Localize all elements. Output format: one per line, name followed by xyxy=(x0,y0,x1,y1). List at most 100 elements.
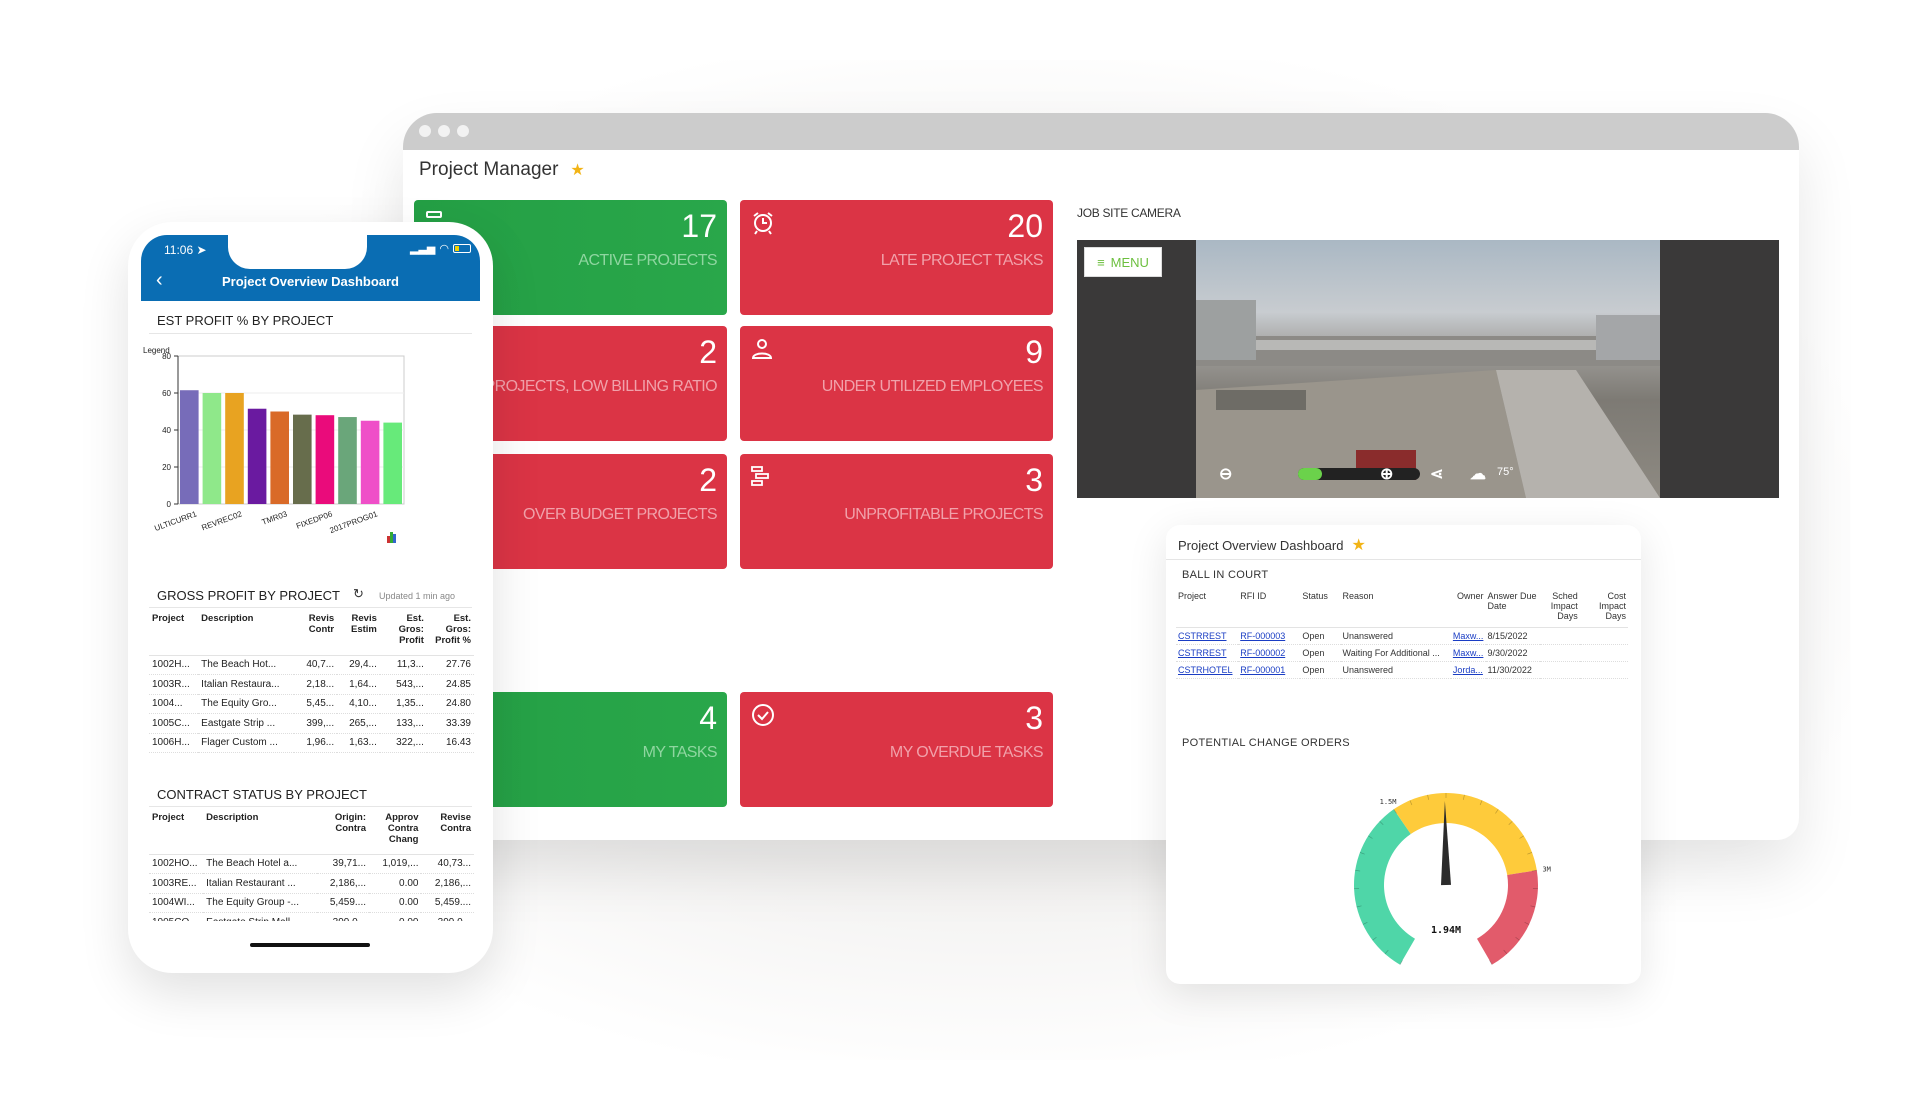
table-cell: 5,45... xyxy=(294,694,338,714)
table-cell: Italian Restaura... xyxy=(198,674,295,695)
table-cell: The Equity Gro... xyxy=(198,694,295,714)
table-row[interactable]: 1003R... Italian Restaura... 2,18... 1,64..… xyxy=(149,674,474,695)
table-link[interactable]: CSTRREST xyxy=(1178,631,1227,641)
table-row[interactable]: CSTRHOTEL RF-000001 Open Unanswered Jorda...… xyxy=(1176,661,1628,679)
gauge-tick-label: 3M xyxy=(1542,866,1550,874)
chart-type-icon xyxy=(387,536,390,543)
table-cell: 1,019,... xyxy=(369,854,422,874)
table-row[interactable]: 1005CO...Eastgate Strip Mall399.0...0.00… xyxy=(149,912,474,921)
column-header[interactable]: Owner xyxy=(1451,591,1486,627)
column-header[interactable]: Description xyxy=(198,611,294,655)
refresh-icon[interactable]: ↻ xyxy=(353,586,364,602)
table-link[interactable]: Jorda... xyxy=(1453,665,1483,675)
table-cell: 1004... xyxy=(149,694,199,714)
column-header[interactable]: Sched Impact Days xyxy=(1540,591,1580,627)
bar xyxy=(383,422,402,504)
table-link[interactable]: Maxw... xyxy=(1453,631,1484,641)
table-cell xyxy=(1579,661,1628,679)
table-cell: 2,186,... xyxy=(316,873,369,894)
alarm-clock-icon xyxy=(753,212,773,235)
table-cell: Open xyxy=(1300,644,1341,662)
share-icon[interactable]: ⋖ xyxy=(1430,464,1443,484)
tile-late-project-tasks[interactable]: 20 LATE PROJECT TASKS xyxy=(740,200,1053,315)
column-header[interactable]: Origin: Contra xyxy=(317,810,369,854)
table-link[interactable]: RF-000002 xyxy=(1240,648,1285,658)
gauge-band xyxy=(1354,809,1415,965)
tile-label: MY OVERDUE TASKS xyxy=(889,744,1044,761)
table-cell: 1002HO... xyxy=(149,854,204,874)
column-header[interactable]: Revis Estim xyxy=(337,611,380,655)
column-header[interactable]: Project xyxy=(149,810,203,854)
gauge-band xyxy=(1393,793,1537,876)
tile-under-utilized-employees[interactable]: 9 UNDER UTILIZED EMPLOYEES xyxy=(740,326,1053,441)
table-cell: 1004WI... xyxy=(149,893,204,913)
table-cell: 11,3... xyxy=(379,655,427,675)
zoom-slider[interactable] xyxy=(1298,468,1420,480)
window-dot[interactable] xyxy=(457,125,469,137)
table-cell: 399,... xyxy=(294,713,338,734)
menu-label: MENU xyxy=(1110,254,1149,270)
x-tick-label: REVREC02 xyxy=(200,509,243,532)
divider xyxy=(149,806,472,807)
window-dot[interactable] xyxy=(438,125,450,137)
x-tick-label: ULTICURR1 xyxy=(153,509,198,533)
bar xyxy=(202,393,222,504)
column-header[interactable]: Project xyxy=(149,611,198,655)
table-cell: 40,73... xyxy=(421,854,474,874)
table-link[interactable]: Maxw... xyxy=(1453,648,1484,658)
star-icon[interactable]: ★ xyxy=(1351,535,1365,555)
table-row[interactable]: CSTRREST RF-000002 Open Waiting For Additio… xyxy=(1176,644,1628,662)
column-header[interactable]: Revise Contra xyxy=(421,810,474,854)
divider xyxy=(149,607,472,608)
table-cell: RF-000003 xyxy=(1238,627,1301,645)
star-icon[interactable]: ★ xyxy=(570,160,584,180)
column-header[interactable]: Status xyxy=(1300,591,1340,627)
column-header[interactable]: Est. Gros: Profit xyxy=(380,611,427,655)
signal-icon: ▂▃▅ xyxy=(410,243,436,255)
table-link[interactable]: RF-000001 xyxy=(1240,665,1285,675)
table-row[interactable]: 1002HO... The Beach Hotel a... 39,71... 1,0… xyxy=(149,854,474,874)
card-title: Project Overview Dashboard ★ xyxy=(1178,535,1366,555)
column-header[interactable]: Answer Due Date xyxy=(1486,591,1540,627)
table-row[interactable]: 1005C... Eastgate Strip ... 399,... 265,...… xyxy=(149,713,474,734)
contract-status-table: Project Description Origin: Contra Appro… xyxy=(149,810,474,921)
table-cell: Eastgate Strip ... xyxy=(198,713,295,734)
table-cell: CSTRREST xyxy=(1176,627,1239,645)
table-cell: The Beach Hot... xyxy=(198,655,295,675)
zoom-out-icon[interactable]: ⊖ xyxy=(1219,464,1232,484)
tile-count: 2 xyxy=(699,334,717,370)
y-tick-label: 0 xyxy=(167,500,172,509)
zoom-in-icon[interactable]: ⊕ xyxy=(1380,464,1393,484)
table-row[interactable]: 1006H... Flager Custom ... 1,96... 1,63... 3… xyxy=(149,733,474,753)
table-link[interactable]: CSTRHOTEL xyxy=(1178,665,1233,675)
tile-unprofitable-projects[interactable]: 3 UNPROFITABLE PROJECTS xyxy=(740,454,1053,569)
camera-menu-button[interactable]: ≡ MENU xyxy=(1084,247,1162,277)
column-header[interactable]: Revis Contr xyxy=(294,611,337,655)
column-header[interactable]: Est. Gros: Profit % xyxy=(427,611,474,655)
table-link[interactable]: CSTRREST xyxy=(1178,648,1227,658)
column-header[interactable]: Reason xyxy=(1341,591,1451,627)
table-row[interactable]: 1004... The Equity Gro... 5,45... 4,10... 1,… xyxy=(149,694,474,714)
column-header[interactable]: Cost Impact Days xyxy=(1580,591,1628,627)
table-cell: Waiting For Additional ... xyxy=(1340,644,1451,662)
column-header[interactable]: Approv Contra Chang xyxy=(369,810,421,854)
column-header[interactable]: Description xyxy=(203,810,316,854)
column-header[interactable]: Project xyxy=(1176,591,1238,627)
table-row[interactable]: 1003RE... Italian Restaurant ... 2,186,...… xyxy=(149,873,474,894)
table-row[interactable]: CSTRREST RF-000003 Open Unanswered Maxw... 8/… xyxy=(1176,627,1628,645)
table-link[interactable]: RF-000003 xyxy=(1240,631,1285,641)
table-cell xyxy=(1539,661,1580,679)
phone-device: 11:06 ➤ ▂▃▅ ◠ ‹ Project Overview Dashboa… xyxy=(128,222,493,973)
table-cell: Open xyxy=(1300,661,1341,679)
window-dot[interactable] xyxy=(419,125,431,137)
tile-count: 2 xyxy=(699,462,717,498)
table-cell: 1,35... xyxy=(379,694,427,714)
bar xyxy=(225,393,244,504)
tile-label: UNPROFITABLE PROJECTS xyxy=(844,506,1043,523)
column-header[interactable]: RFI ID xyxy=(1238,591,1300,627)
tile-label: UNDER UTILIZED EMPLOYEES xyxy=(821,378,1044,395)
home-indicator[interactable] xyxy=(250,943,370,947)
table-row[interactable]: 1002H... The Beach Hot... 40,7... 29,4... 11… xyxy=(149,655,474,675)
table-row[interactable]: 1004WI... The Equity Group -... 5,459.... 0… xyxy=(149,893,474,913)
tile-my-overdue-tasks[interactable]: 3 MY OVERDUE TASKS xyxy=(740,692,1053,807)
